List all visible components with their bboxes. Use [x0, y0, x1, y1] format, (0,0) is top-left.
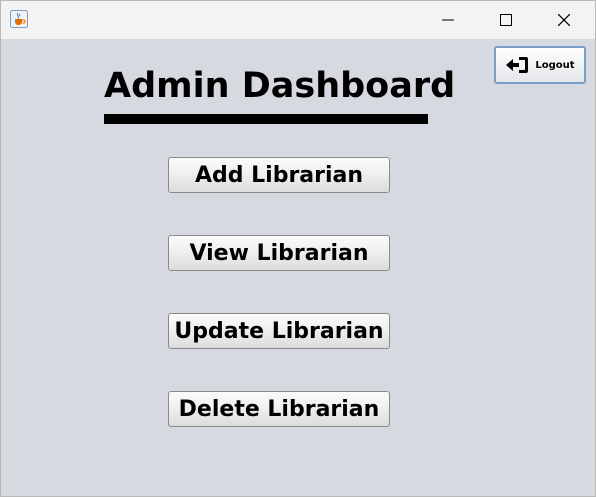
- maximize-button[interactable]: [477, 1, 535, 39]
- title-bar[interactable]: [1, 1, 595, 39]
- logout-label: Logout: [535, 59, 575, 71]
- logout-icon: [506, 57, 529, 73]
- update-librarian-button[interactable]: Update Librarian: [168, 313, 390, 349]
- close-icon: [557, 11, 571, 30]
- dashboard-panel: Admin Dashboard Logout Add Librarian Vie…: [1, 39, 595, 496]
- close-button[interactable]: [535, 1, 593, 39]
- title-underline: [104, 114, 428, 124]
- delete-librarian-button[interactable]: Delete Librarian: [168, 391, 390, 427]
- java-cup-icon[interactable]: [10, 10, 28, 28]
- logout-button[interactable]: Logout: [494, 46, 586, 84]
- maximize-icon: [500, 11, 512, 30]
- minimize-icon: [442, 11, 454, 30]
- minimize-button[interactable]: [419, 1, 477, 39]
- view-librarian-button[interactable]: View Librarian: [168, 235, 390, 271]
- add-librarian-button[interactable]: Add Librarian: [168, 157, 390, 193]
- app-window: Admin Dashboard Logout Add Librarian Vie…: [0, 0, 596, 497]
- page-title: Admin Dashboard: [104, 66, 456, 106]
